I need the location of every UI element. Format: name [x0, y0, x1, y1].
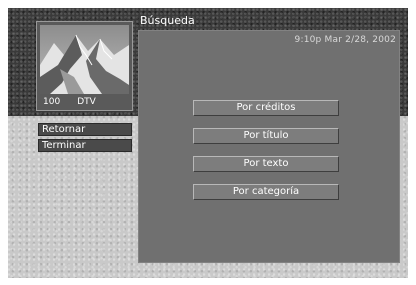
preview-caption: 100 DTV [40, 97, 129, 108]
network-name: DTV [77, 97, 96, 107]
search-by-title-button[interactable]: Por título [193, 128, 339, 144]
page-title: Búsqueda [140, 14, 195, 27]
return-button[interactable]: Retornar [38, 123, 132, 136]
clock-display: 9:10p Mar 2/28, 2002 [294, 35, 396, 45]
preview-window: 100 DTV [36, 21, 133, 111]
channel-number: 100 [43, 97, 61, 107]
search-panel: 9:10p Mar 2/28, 2002 Por créditos Por tí… [138, 30, 400, 263]
search-by-credits-button[interactable]: Por créditos [193, 100, 339, 116]
exit-button[interactable]: Terminar [38, 139, 132, 152]
search-by-category-button[interactable]: Por categoría [193, 184, 339, 200]
preview-image [40, 25, 129, 94]
search-by-text-button[interactable]: Por texto [193, 156, 339, 172]
tv-screen: 100 DTV Búsqueda 9:10p Mar 2/28, 2002 Po… [8, 8, 408, 278]
